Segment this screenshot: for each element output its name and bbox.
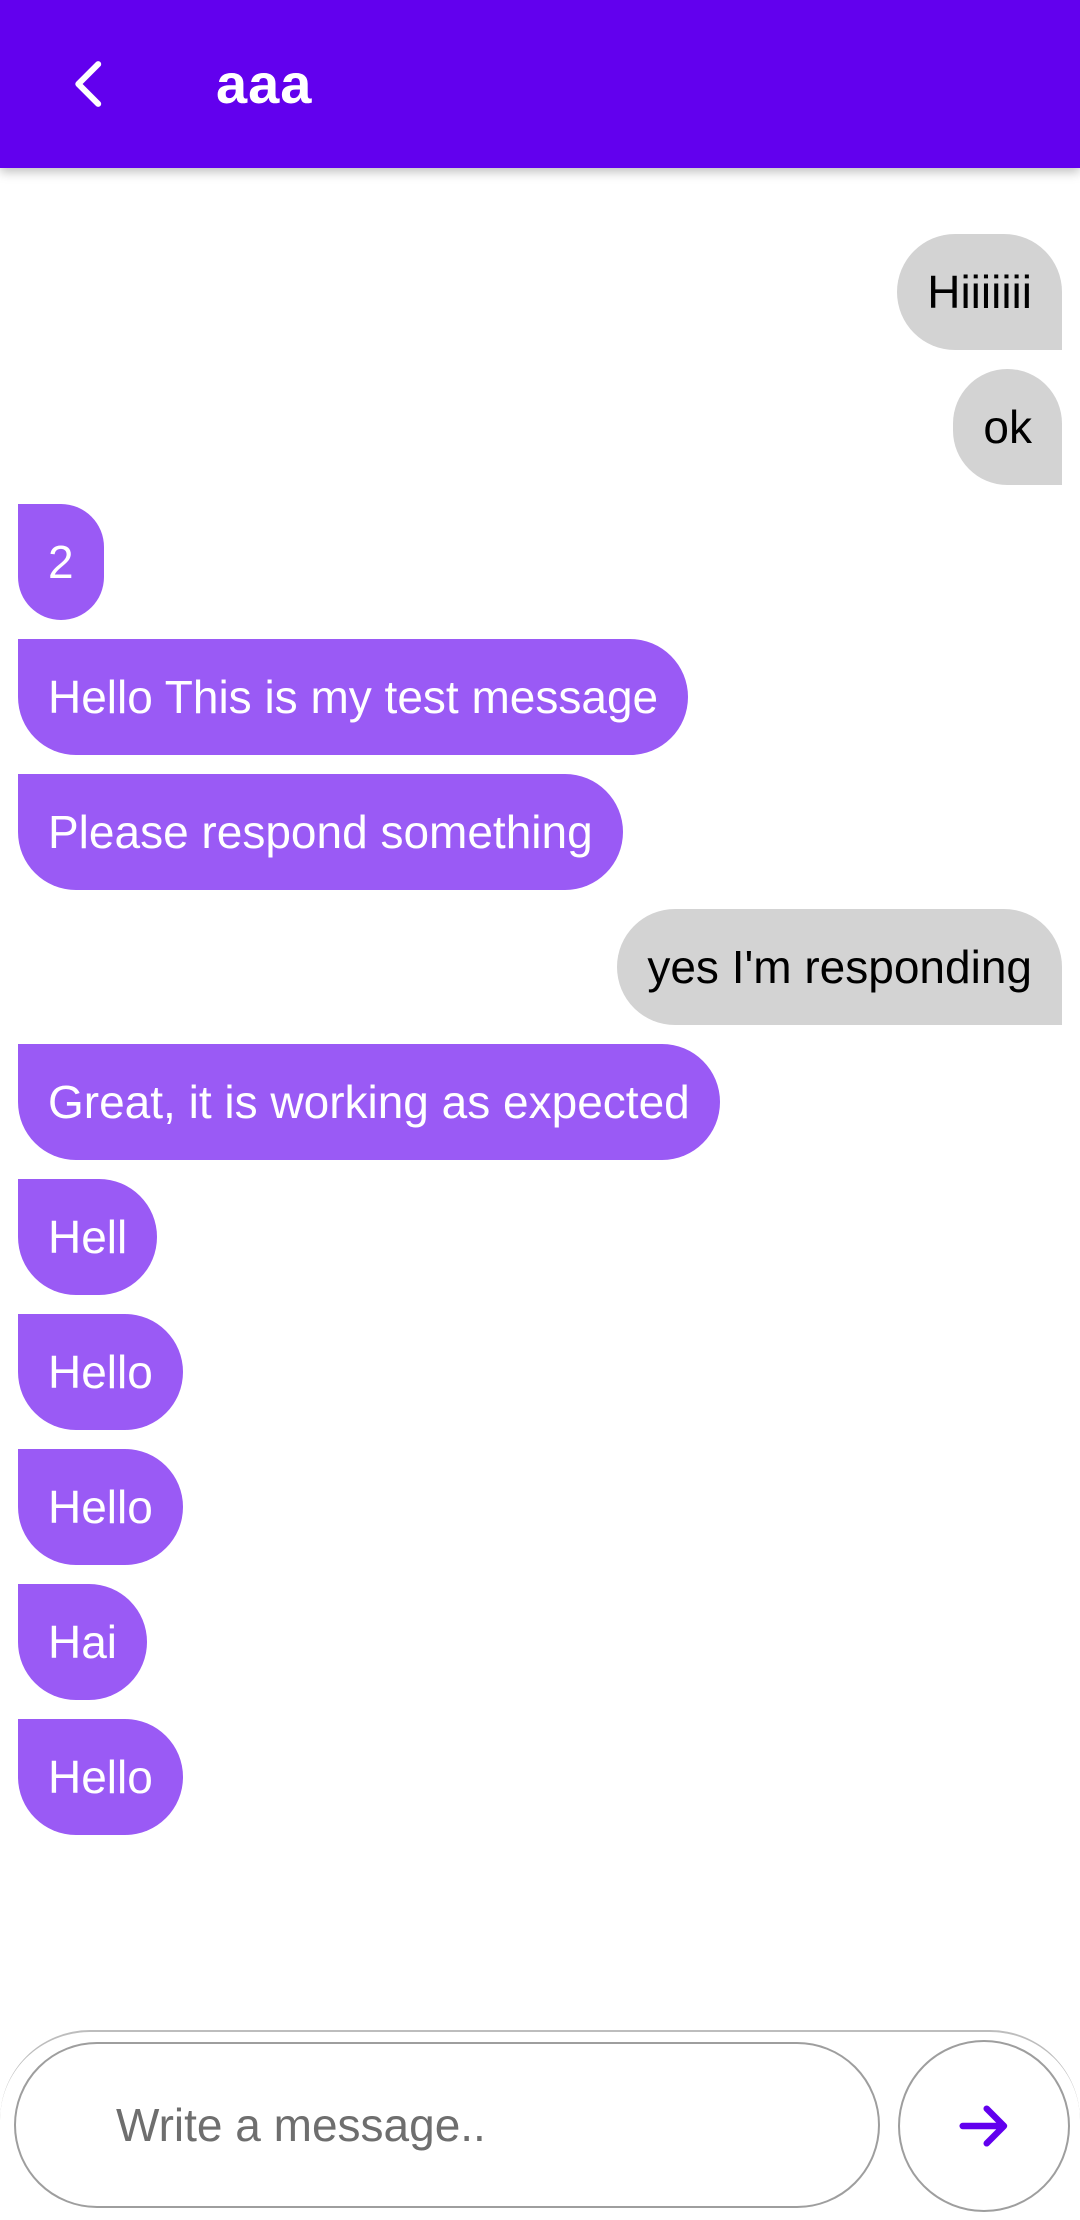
received-message-bubble[interactable]: Hello [18, 1314, 183, 1430]
back-button[interactable] [40, 34, 140, 134]
app-bar: aaa [0, 0, 1080, 168]
message-composer [0, 2030, 1080, 2220]
received-message-bubble[interactable]: 2 [18, 504, 104, 620]
received-message-bubble[interactable]: Hello [18, 1449, 183, 1565]
chevron-left-icon [75, 61, 102, 107]
arrow-right-icon [959, 2105, 1008, 2147]
message-row: Hai [0, 1584, 1080, 1700]
message-row: Great, it is working as expected [0, 1044, 1080, 1160]
send-button[interactable] [898, 2040, 1070, 2212]
received-message-bubble[interactable]: Hello [18, 1719, 183, 1835]
message-row: Hello [0, 1719, 1080, 1835]
message-row: Hell [0, 1179, 1080, 1295]
message-row: Hello [0, 1314, 1080, 1430]
message-input[interactable] [14, 2042, 880, 2208]
message-row: Hello This is my test message [0, 639, 1080, 755]
sent-message-bubble[interactable]: Hiiiiiii [897, 234, 1062, 350]
sent-message-bubble[interactable]: ok [953, 369, 1062, 485]
chat-title: aaa [216, 52, 313, 115]
received-message-bubble[interactable]: Hello This is my test message [18, 639, 689, 755]
message-row: 2 [0, 504, 1080, 620]
message-row: ok [0, 369, 1080, 485]
message-row: Please respond something [0, 774, 1080, 890]
received-message-bubble[interactable]: Hell [18, 1179, 158, 1295]
received-message-bubble[interactable]: Hai [18, 1584, 148, 1700]
message-row: Hiiiiiii [0, 234, 1080, 350]
message-row: Hello [0, 1449, 1080, 1565]
message-list[interactable]: Hiiiiiii ok 2 Hello This is my test mess… [0, 168, 1080, 2030]
chat-screen: aaa Hiiiiiii ok 2 Hello This is my test … [0, 0, 1080, 2220]
received-message-bubble[interactable]: Please respond something [18, 774, 623, 890]
received-message-bubble[interactable]: Great, it is working as expected [18, 1044, 720, 1160]
message-row: yes I'm responding [0, 909, 1080, 1025]
sent-message-bubble[interactable]: yes I'm responding [617, 909, 1062, 1025]
